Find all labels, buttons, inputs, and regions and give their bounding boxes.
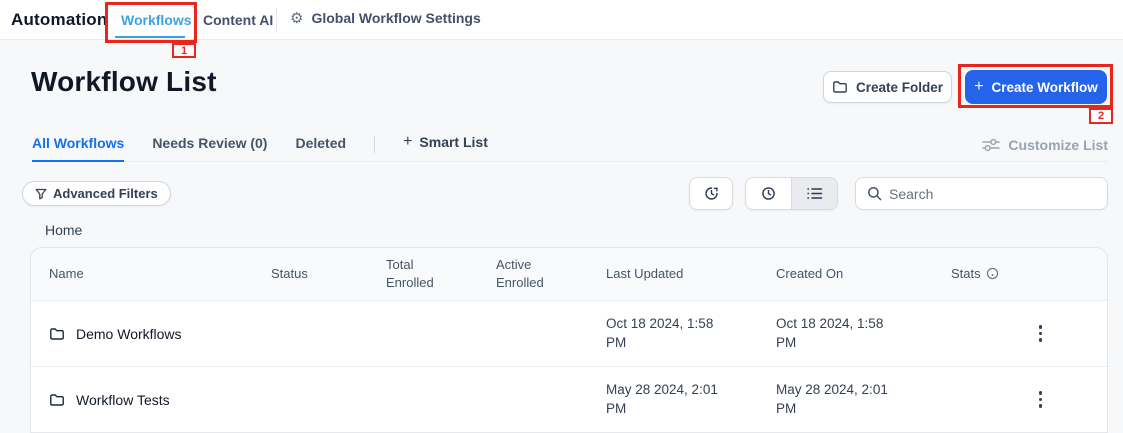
- column-header-stats: Stats: [951, 265, 1107, 283]
- stats-header-label: Stats: [951, 265, 981, 283]
- create-folder-label: Create Folder: [856, 80, 943, 95]
- cell-last-updated: Oct 18 2024, 1:58 PM: [606, 315, 730, 353]
- smart-list-label: Smart List: [419, 134, 487, 150]
- tab-content-ai[interactable]: Content AI: [203, 12, 273, 28]
- tab-workflows-active-underline: [115, 36, 185, 38]
- column-header-total-enrolled: Total Enrolled: [386, 256, 446, 291]
- app-title: Automation: [11, 10, 107, 30]
- search-input[interactable]: [889, 186, 1107, 202]
- cell-created-on: May 28 2024, 2:01 PM: [776, 381, 900, 419]
- tab-deleted[interactable]: Deleted: [295, 135, 346, 161]
- history-clock-icon: [703, 185, 720, 202]
- annotation-badge-1: 1: [172, 43, 196, 58]
- list-icon: [806, 186, 823, 201]
- smart-list-button[interactable]: + Smart List: [403, 133, 488, 161]
- tab-all-workflows[interactable]: All Workflows: [32, 135, 124, 162]
- row-name-label: Demo Workflows: [76, 326, 182, 342]
- row-actions-kebab-menu[interactable]: [1033, 319, 1048, 347]
- tabs-divider: [374, 136, 375, 153]
- table-row[interactable]: Workflow Tests May 28 2024, 2:01 PM May …: [31, 366, 1107, 432]
- cell-last-updated: May 28 2024, 2:01 PM: [606, 381, 730, 419]
- info-icon: [986, 267, 999, 280]
- column-header-status: Status: [271, 265, 386, 283]
- view-toggle-group: [745, 177, 838, 210]
- column-header-active-enrolled: Active Enrolled: [496, 256, 556, 291]
- filter-funnel-icon: [35, 188, 47, 200]
- cell-stats: [951, 319, 1107, 347]
- advanced-filters-button[interactable]: Advanced Filters: [22, 181, 171, 206]
- global-workflow-settings-button[interactable]: ⚙ Global Workflow Settings: [290, 10, 481, 26]
- column-header-created-on: Created On: [776, 265, 951, 283]
- run-history-button[interactable]: [689, 177, 733, 210]
- table-row[interactable]: Demo Workflows Oct 18 2024, 1:58 PM Oct …: [31, 300, 1107, 366]
- page-title: Workflow List: [31, 66, 217, 98]
- search-box: [855, 177, 1108, 210]
- customize-list-label: Customize List: [1008, 137, 1108, 153]
- table-header-row: Name Status Total Enrolled Active Enroll…: [31, 248, 1107, 300]
- annotation-badge-2: 2: [1089, 108, 1113, 124]
- gear-icon: ⚙: [290, 11, 303, 26]
- global-workflow-settings-label: Global Workflow Settings: [311, 10, 480, 26]
- folder-icon: [832, 79, 848, 95]
- topbar-divider: [276, 8, 277, 32]
- sliders-icon: [982, 138, 1000, 152]
- column-header-last-updated: Last Updated: [606, 265, 776, 283]
- cell-created-on: Oct 18 2024, 1:58 PM: [776, 315, 900, 353]
- customize-list-button[interactable]: Customize List: [982, 137, 1108, 153]
- row-name-label: Workflow Tests: [76, 392, 170, 408]
- cell-stats: [951, 385, 1107, 413]
- workflow-table: Name Status Total Enrolled Active Enroll…: [30, 247, 1108, 433]
- column-header-name: Name: [49, 265, 271, 283]
- plus-icon: +: [974, 79, 983, 95]
- advanced-filters-label: Advanced Filters: [53, 186, 158, 201]
- row-actions-kebab-menu[interactable]: [1033, 385, 1048, 413]
- tab-needs-review[interactable]: Needs Review (0): [152, 135, 267, 161]
- plus-icon: +: [403, 133, 412, 151]
- folder-icon: [49, 392, 65, 408]
- create-folder-button[interactable]: Create Folder: [823, 71, 952, 103]
- folder-icon: [49, 326, 65, 342]
- time-view-toggle[interactable]: [746, 178, 791, 209]
- create-workflow-button[interactable]: + Create Workflow: [965, 70, 1107, 104]
- tab-workflows[interactable]: Workflows: [121, 12, 192, 28]
- clock-icon: [760, 185, 777, 202]
- top-navigation-bar: Automation Workflows Content AI ⚙ Global…: [0, 0, 1123, 40]
- cell-name[interactable]: Workflow Tests: [49, 392, 271, 408]
- list-tabs-row: All Workflows Needs Review (0) Deleted +…: [32, 131, 1108, 162]
- list-view-toggle[interactable]: [791, 178, 837, 209]
- breadcrumb-home[interactable]: Home: [45, 222, 82, 238]
- search-icon: [867, 186, 882, 201]
- create-workflow-label: Create Workflow: [992, 80, 1098, 95]
- cell-name[interactable]: Demo Workflows: [49, 326, 271, 342]
